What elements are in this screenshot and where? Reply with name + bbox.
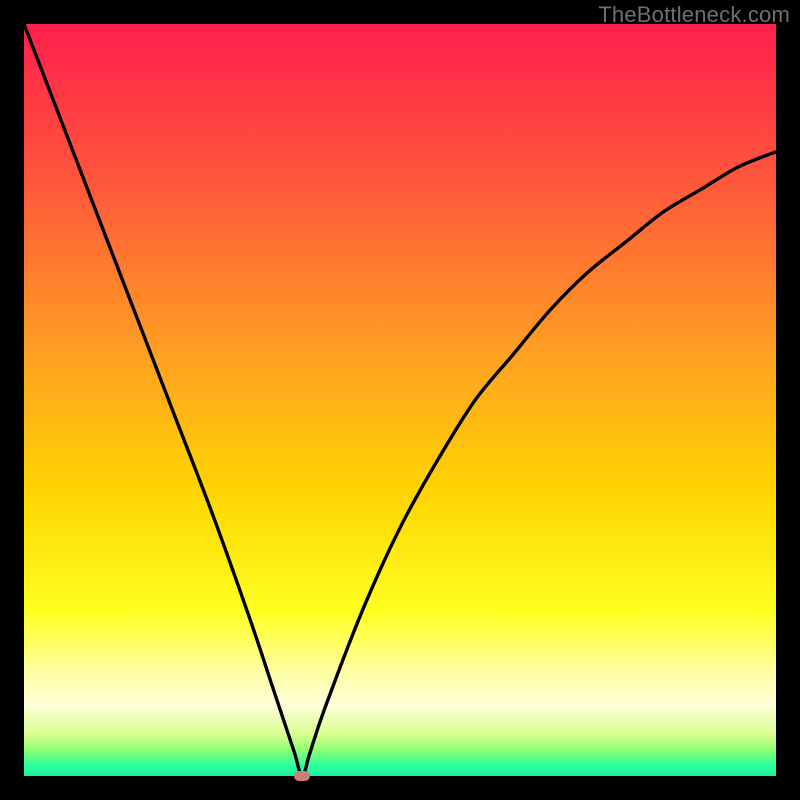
watermark-text: TheBottleneck.com — [598, 2, 790, 28]
chart-frame: TheBottleneck.com — [0, 0, 800, 800]
plot-area — [24, 24, 776, 776]
bottleneck-curve — [24, 24, 776, 776]
optimal-point-marker — [294, 771, 310, 781]
